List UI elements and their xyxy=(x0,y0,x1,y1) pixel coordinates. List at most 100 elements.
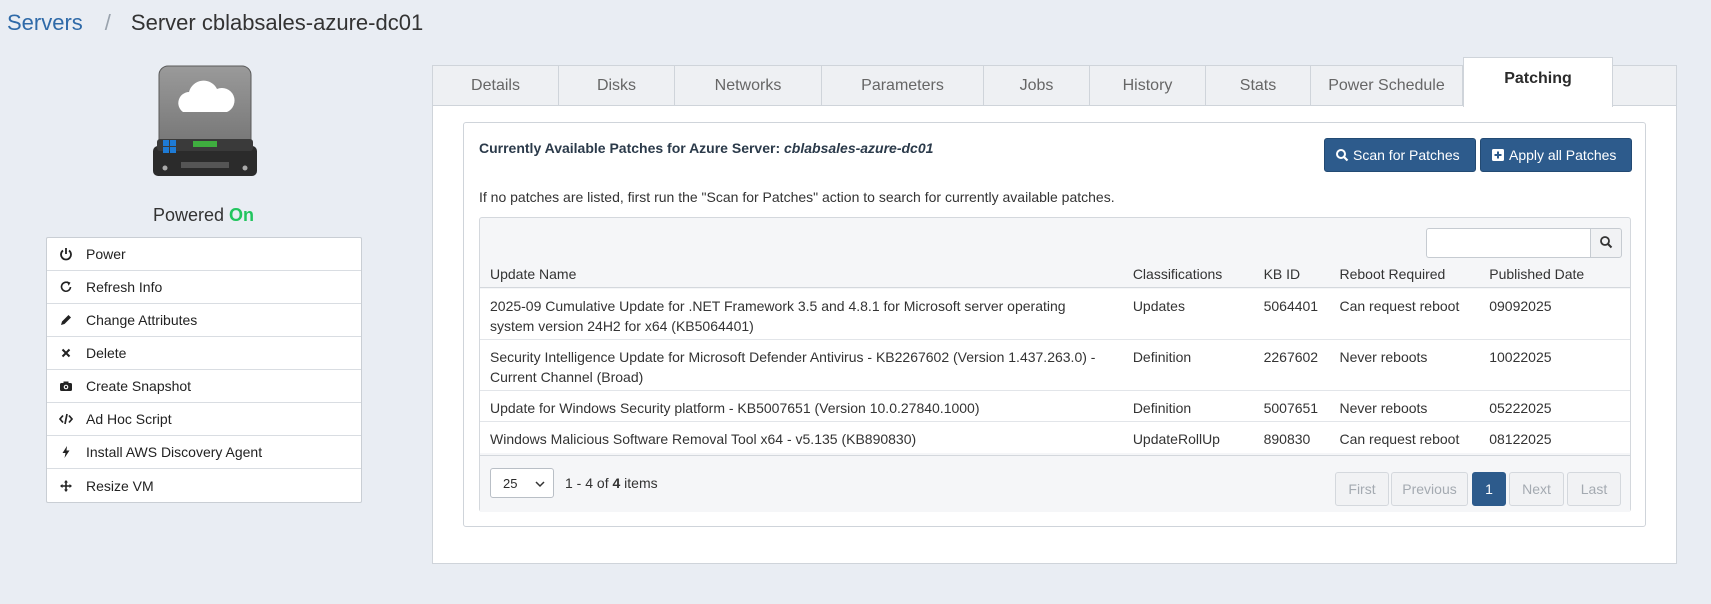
cell-update-name: Update for Windows Security platform - K… xyxy=(490,400,980,416)
column-header-classifications[interactable]: Classifications xyxy=(1123,262,1254,287)
apply-all-patches-button[interactable]: Apply all Patches xyxy=(1480,138,1632,172)
breadcrumb-separator: / xyxy=(104,10,111,35)
cell-update-name: Windows Malicious Software Removal Tool … xyxy=(490,431,917,447)
cell-kb-id: 2267602 xyxy=(1263,349,1319,365)
action-resize-vm[interactable]: Resize VM xyxy=(47,469,361,502)
page-title: Server cblabsales-azure-dc01 xyxy=(130,10,424,35)
cell-kb-id: 5007651 xyxy=(1263,400,1319,416)
power-status-value: On xyxy=(229,205,255,225)
search-icon xyxy=(1599,235,1613,252)
pager-first-button[interactable]: First xyxy=(1335,472,1389,506)
cloud-server-icon xyxy=(153,65,257,176)
chevron-down-icon xyxy=(535,476,545,491)
cell-classification: Updates xyxy=(1132,298,1185,314)
column-header-kb-id[interactable]: KB ID xyxy=(1254,262,1330,287)
cell-published-date: 08122025 xyxy=(1489,431,1552,447)
code-icon xyxy=(59,412,73,426)
grid-search-button[interactable] xyxy=(1590,228,1622,258)
grid-pager: 25 1 - 4 of 4 items First Previous 1 Nex… xyxy=(480,455,1630,512)
table-row[interactable]: 2025-09 Cumulative Update for .NET Frame… xyxy=(480,289,1630,340)
tab-networks[interactable]: Networks xyxy=(675,66,822,105)
cell-update-name: Security Intelligence Update for Microso… xyxy=(490,349,1096,385)
action-install-aws-discovery-agent[interactable]: Install AWS Discovery Agent xyxy=(47,436,361,469)
tab-details[interactable]: Details xyxy=(433,66,559,105)
action-label: Power xyxy=(86,246,126,262)
grid-search xyxy=(1426,228,1622,258)
patches-info-text: If no patches are listed, first run the … xyxy=(479,189,1115,205)
cell-update-name: 2025-09 Cumulative Update for .NET Frame… xyxy=(490,298,1066,334)
power-status-label: Powered xyxy=(152,205,225,225)
cell-published-date: 05222025 xyxy=(1489,400,1552,416)
grid-search-input[interactable] xyxy=(1426,228,1590,258)
cell-reboot-required: Can request reboot xyxy=(1339,298,1460,314)
action-delete[interactable]: Delete xyxy=(47,337,361,370)
table-row[interactable]: Security Intelligence Update for Microso… xyxy=(480,340,1630,391)
action-label: Install AWS Discovery Agent xyxy=(86,444,263,460)
tab-bar: Details Disks Networks Parameters Jobs H… xyxy=(432,57,1677,107)
cell-kb-id: 5064401 xyxy=(1263,298,1319,314)
page-size-select[interactable]: 25 xyxy=(490,468,554,498)
patches-title-text: Currently Available Patches for Azure Se… xyxy=(479,140,784,156)
column-header-reboot-required[interactable]: Reboot Required xyxy=(1329,262,1479,287)
tab-jobs[interactable]: Jobs xyxy=(984,66,1090,105)
tab-power-schedule[interactable]: Power Schedule xyxy=(1311,66,1463,105)
pager-info: 1 - 4 of 4 items xyxy=(565,475,658,491)
tab-disks[interactable]: Disks xyxy=(559,66,675,105)
camera-icon xyxy=(59,379,73,393)
patches-panel: Currently Available Patches for Azure Se… xyxy=(463,122,1646,527)
action-refresh-info[interactable]: Refresh Info xyxy=(47,271,361,304)
column-header-update-name[interactable]: Update Name xyxy=(480,262,1123,287)
pager-last-button[interactable]: Last xyxy=(1567,472,1621,506)
cell-classification: Definition xyxy=(1132,400,1192,416)
cell-reboot-required: Can request reboot xyxy=(1339,431,1460,447)
apply-all-patches-label: Apply all Patches xyxy=(1509,147,1617,163)
breadcrumb: Servers / Server cblabsales-azure-dc01 xyxy=(7,10,423,36)
server-actions-list: Power Refresh Info Change Attributes Del… xyxy=(46,237,362,503)
pager-current-page[interactable]: 1 xyxy=(1472,472,1506,506)
search-icon xyxy=(1335,148,1349,162)
pager-range: 1 - 4 of xyxy=(565,475,613,491)
cell-kb-id: 890830 xyxy=(1263,431,1311,447)
action-change-attributes[interactable]: Change Attributes xyxy=(47,304,361,337)
cell-published-date: 09092025 xyxy=(1489,298,1552,314)
patches-server-name: cblabsales-azure-dc01 xyxy=(784,140,934,156)
column-header-published-date[interactable]: Published Date xyxy=(1479,262,1630,287)
cell-classification: UpdateRollUp xyxy=(1132,431,1220,447)
tab-patching[interactable]: Patching xyxy=(1463,57,1613,107)
power-status: Powered On xyxy=(46,205,361,226)
breadcrumb-servers-link[interactable]: Servers xyxy=(7,10,83,36)
patches-grid: Update Name Classifications KB ID Reboot… xyxy=(479,217,1631,512)
cell-published-date: 10022025 xyxy=(1489,349,1552,365)
table-row[interactable]: Update for Windows Security platform - K… xyxy=(480,391,1630,422)
scan-for-patches-label: Scan for Patches xyxy=(1353,147,1460,163)
pager-next-button[interactable]: Next xyxy=(1509,472,1564,506)
move-icon xyxy=(59,479,73,493)
tab-history[interactable]: History xyxy=(1090,66,1206,105)
table-row[interactable]: Windows Malicious Software Removal Tool … xyxy=(480,422,1630,453)
pencil-icon xyxy=(59,313,73,327)
action-power[interactable]: Power xyxy=(47,238,361,271)
action-label: Create Snapshot xyxy=(86,378,192,394)
action-ad-hoc-script[interactable]: Ad Hoc Script xyxy=(47,403,361,436)
tab-parameters[interactable]: Parameters xyxy=(822,66,984,105)
scan-for-patches-button[interactable]: Scan for Patches xyxy=(1324,138,1476,172)
action-label: Refresh Info xyxy=(86,279,163,295)
refresh-icon xyxy=(59,280,73,294)
cell-reboot-required: Never reboots xyxy=(1339,349,1428,365)
pager-previous-button[interactable]: Previous xyxy=(1391,472,1468,506)
cell-reboot-required: Never reboots xyxy=(1339,400,1428,416)
plus-square-icon xyxy=(1491,148,1505,162)
power-icon xyxy=(59,247,73,261)
tab-stats[interactable]: Stats xyxy=(1206,66,1311,105)
patches-title: Currently Available Patches for Azure Se… xyxy=(479,140,933,156)
close-icon xyxy=(59,346,73,360)
grid-body: 2025-09 Cumulative Update for .NET Frame… xyxy=(480,289,1630,453)
grid-header-row: Update Name Classifications KB ID Reboot… xyxy=(480,262,1630,288)
pager-items-suffix: items xyxy=(620,475,658,491)
page-size-value: 25 xyxy=(503,475,518,491)
action-create-snapshot[interactable]: Create Snapshot xyxy=(47,370,361,403)
action-label: Resize VM xyxy=(86,477,154,494)
cell-classification: Definition xyxy=(1132,349,1192,365)
action-label: Ad Hoc Script xyxy=(86,411,172,427)
bolt-icon xyxy=(59,445,73,459)
